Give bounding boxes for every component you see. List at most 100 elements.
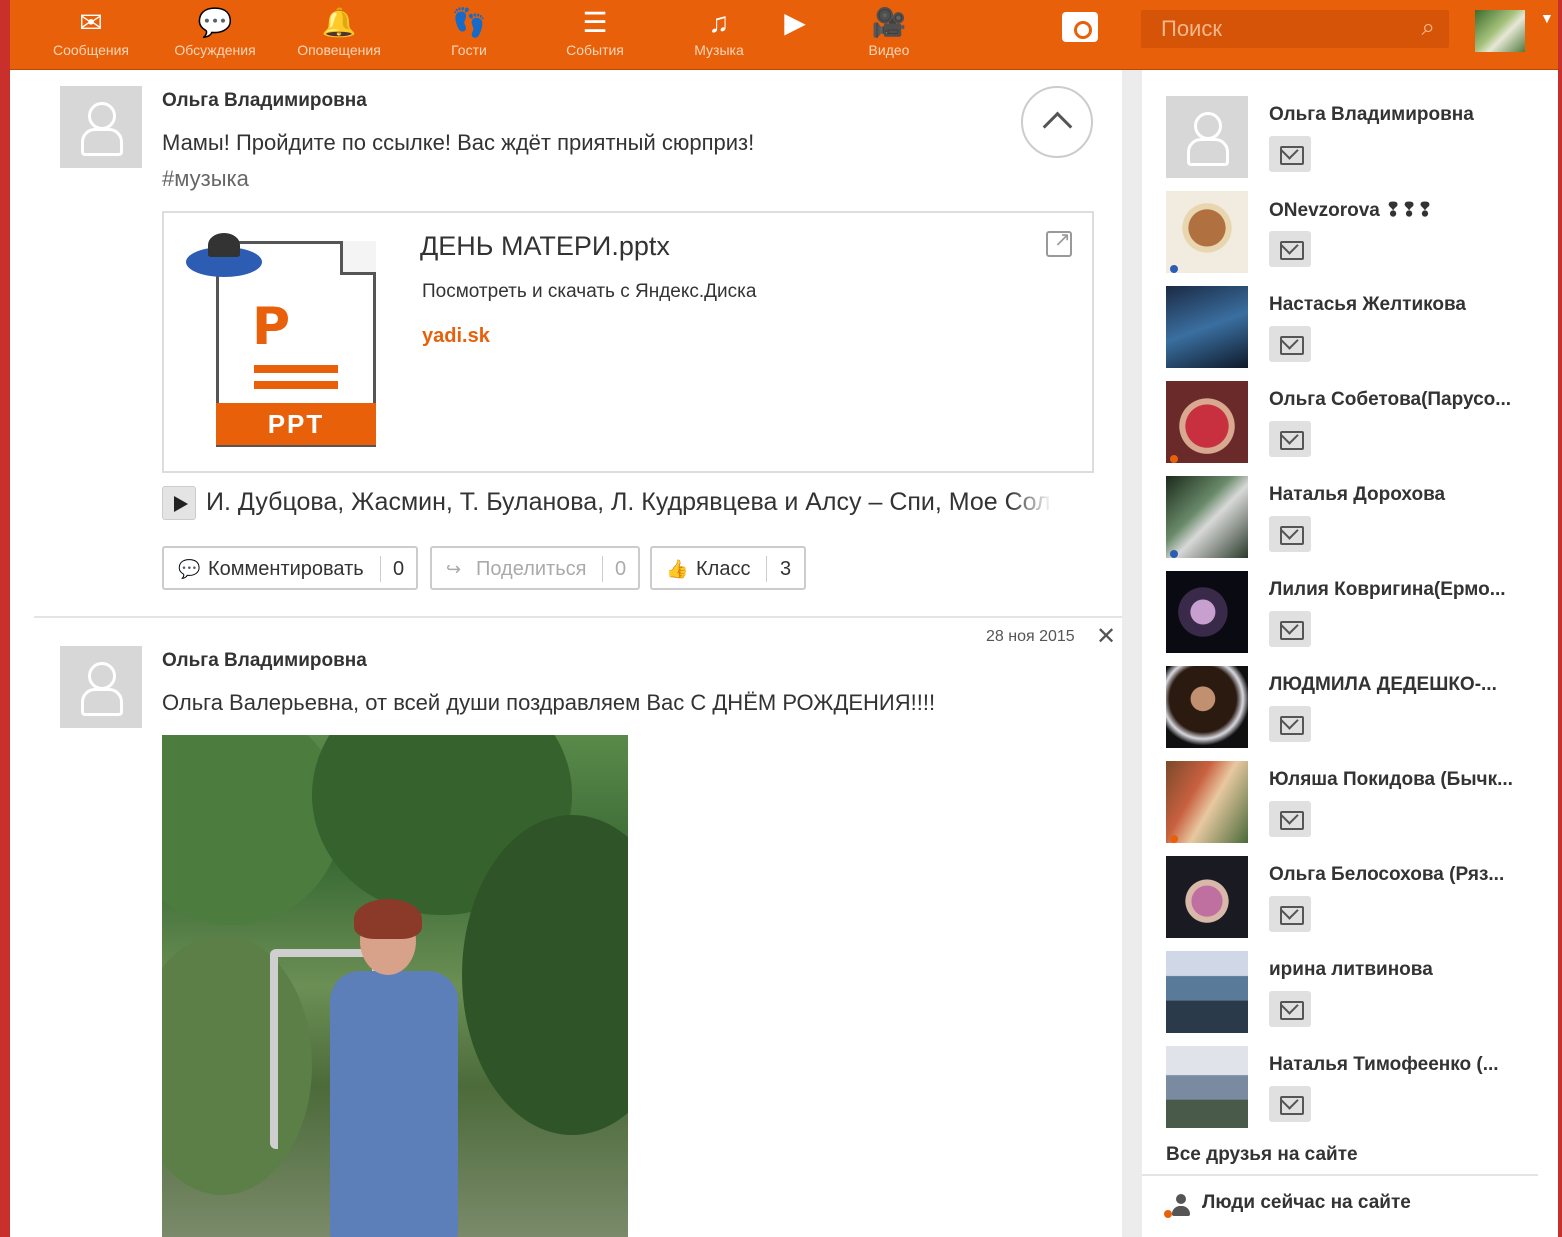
message-button[interactable] xyxy=(1269,706,1311,742)
message-button[interactable] xyxy=(1269,136,1311,172)
button-separator xyxy=(602,556,603,582)
bell-icon: 🔔 xyxy=(321,7,357,38)
post-author-name[interactable]: Ольга Владимировна xyxy=(162,650,367,672)
friend-item[interactable]: Лилия Ковригина(Ермо... xyxy=(1166,571,1546,663)
post-author-avatar[interactable] xyxy=(60,86,142,168)
top-navigation-bar: ✉ Сообщения 💬 Обсуждения 🔔 Оповещения 👣 … xyxy=(10,0,1558,70)
nav-guests-label: Гости xyxy=(451,42,487,58)
friend-item[interactable]: ирина литвинова xyxy=(1166,951,1546,1043)
friend-item[interactable]: ONevzorova ❢❢❢ xyxy=(1166,191,1546,283)
friend-item[interactable]: Ольга Белосохова (Ряз... xyxy=(1166,856,1546,948)
friend-avatar[interactable] xyxy=(1166,1046,1248,1128)
friend-name[interactable]: Ольга Собетова(Парусо... xyxy=(1269,389,1511,411)
link-preview-card[interactable]: P PPT ДЕНЬ МАТЕРИ.pptx Посмотреть и скач… xyxy=(162,211,1094,473)
friend-name[interactable]: Лилия Ковригина(Ермо... xyxy=(1269,579,1506,601)
friend-avatar[interactable] xyxy=(1166,191,1248,273)
friend-name[interactable]: ONevzorova ❢❢❢ xyxy=(1269,199,1433,222)
message-button[interactable] xyxy=(1269,516,1311,552)
presentation-logo-icon: P xyxy=(252,297,291,357)
friend-name[interactable]: ирина литвинова xyxy=(1269,959,1433,981)
post-divider xyxy=(34,616,1122,618)
all-friends-link[interactable]: Все друзья на сайте xyxy=(1166,1144,1358,1166)
message-button[interactable] xyxy=(1269,231,1311,267)
link-card-title[interactable]: ДЕНЬ МАТЕРИ.pptx xyxy=(420,231,670,262)
friend-item[interactable]: ЛЮДМИЛА ДЕДЕШКО-... xyxy=(1166,666,1546,758)
nav-events-label: События xyxy=(566,42,624,58)
thumbs-up-icon: 👍 xyxy=(666,559,689,579)
message-button[interactable] xyxy=(1269,421,1311,457)
nav-events[interactable]: ☰ События xyxy=(540,8,650,59)
chat-icon: 💬 xyxy=(197,7,233,38)
friend-avatar[interactable] xyxy=(1166,571,1248,653)
user-avatar[interactable] xyxy=(1475,10,1525,52)
friend-item[interactable]: Ольга Владимировна xyxy=(1166,96,1546,188)
like-button[interactable]: 👍 Класс 3 xyxy=(650,546,806,590)
comment-button[interactable]: 💬 Комментировать 0 xyxy=(162,546,418,590)
link-card-domain[interactable]: yadi.sk xyxy=(422,325,490,348)
message-button[interactable] xyxy=(1269,801,1311,837)
envelope-icon: ✉ xyxy=(79,7,103,38)
post-author-avatar[interactable] xyxy=(60,646,142,728)
friend-item[interactable]: Наталья Дорохова xyxy=(1166,476,1546,568)
play-button[interactable] xyxy=(162,486,196,520)
friend-name[interactable]: Наталья Тимофеенко (... xyxy=(1269,1054,1499,1076)
music-attachment: И. Дубцова, Жасмин, Т. Буланова, Л. Кудр… xyxy=(162,482,1062,524)
post-hashtag[interactable]: #музыка xyxy=(162,166,249,192)
online-status-dot xyxy=(1170,265,1178,273)
friend-name[interactable]: Ольга Белосохова (Ряз... xyxy=(1269,864,1504,886)
friend-avatar[interactable] xyxy=(1166,856,1248,938)
online-people-link[interactable]: Люди сейчас на сайте xyxy=(1202,1192,1411,1214)
nav-guests[interactable]: 👣 Гости xyxy=(414,8,524,59)
post-author-name[interactable]: Ольга Владимировна xyxy=(162,90,367,112)
friend-avatar[interactable] xyxy=(1166,951,1248,1033)
nav-messages[interactable]: ✉ Сообщения xyxy=(36,7,146,59)
collapse-button[interactable] xyxy=(1021,86,1093,158)
music-track-title[interactable]: И. Дубцова, Жасмин, Т. Буланова, Л. Кудр… xyxy=(206,488,1052,517)
ppt-line-icon xyxy=(254,365,338,373)
chevron-down-icon[interactable]: ▼ xyxy=(1540,10,1554,26)
friend-name[interactable]: Юляша Покидова (Бычк... xyxy=(1269,769,1513,791)
friend-avatar[interactable] xyxy=(1166,381,1248,463)
online-status-dot xyxy=(1170,455,1178,463)
friend-avatar[interactable] xyxy=(1166,761,1248,843)
message-button[interactable] xyxy=(1269,896,1311,932)
friend-avatar[interactable] xyxy=(1166,286,1248,368)
close-icon[interactable]: ✕ xyxy=(1096,622,1116,651)
friend-item[interactable]: Наталья Тимофеенко (... xyxy=(1166,1046,1546,1138)
share-button[interactable]: ↪ Поделиться 0 xyxy=(430,546,640,590)
ppt-line-icon xyxy=(254,381,338,389)
friend-name[interactable]: Настасья Желтикова xyxy=(1269,294,1466,316)
friend-item[interactable]: Настасья Желтикова xyxy=(1166,286,1546,378)
nav-discussions[interactable]: 💬 Обсуждения xyxy=(160,7,270,59)
friend-name[interactable]: Ольга Владимировна xyxy=(1269,104,1474,126)
photo-hair xyxy=(354,899,422,939)
nav-video-label: Видео xyxy=(868,42,910,58)
message-button[interactable] xyxy=(1269,991,1311,1027)
wallet-icon[interactable] xyxy=(1062,12,1098,42)
friend-name[interactable]: ЛЮДМИЛА ДЕДЕШКО-... xyxy=(1269,674,1497,696)
friend-item[interactable]: Ольга Собетова(Парусо... xyxy=(1166,381,1546,473)
nav-discussions-label: Обсуждения xyxy=(174,42,256,58)
search-input[interactable] xyxy=(1141,10,1449,48)
friend-avatar[interactable] xyxy=(1166,476,1248,558)
button-separator xyxy=(380,556,381,582)
video-icon: 🎥 xyxy=(871,7,907,38)
feed: Ольга Владимировна Мамы! Пройдите по ссы… xyxy=(34,70,1122,1237)
post-photo[interactable] xyxy=(162,735,628,1237)
post-text: Мамы! Пройдите по ссылке! Вас ждёт прият… xyxy=(162,130,755,155)
nav-video[interactable]: 🎥 Видео xyxy=(834,7,944,59)
friend-avatar[interactable] xyxy=(1166,96,1248,178)
share-label: Поделиться xyxy=(476,558,587,580)
message-button[interactable] xyxy=(1269,326,1311,362)
message-button[interactable] xyxy=(1269,611,1311,647)
message-button[interactable] xyxy=(1269,1086,1311,1122)
friend-item[interactable]: Юляша Покидова (Бычк... xyxy=(1166,761,1546,853)
friend-avatar[interactable] xyxy=(1166,666,1248,748)
search-icon[interactable]: ⌕ xyxy=(1422,14,1435,42)
nav-notifications[interactable]: 🔔 Оповещения xyxy=(284,7,394,59)
online-status-dot xyxy=(1170,550,1178,558)
external-link-icon[interactable] xyxy=(1046,227,1072,257)
friend-name[interactable]: Наталья Дорохова xyxy=(1269,484,1445,506)
page-fold-icon xyxy=(340,241,376,275)
file-type-badge: PPT xyxy=(216,403,376,445)
